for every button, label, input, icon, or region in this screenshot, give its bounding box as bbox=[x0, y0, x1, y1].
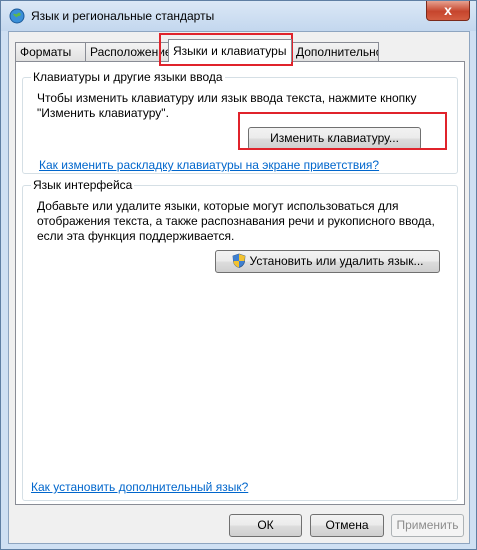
install-language-label: Установить или удалить язык... bbox=[249, 254, 424, 268]
ok-button[interactable]: ОК bbox=[229, 514, 302, 537]
globe-icon bbox=[9, 8, 25, 24]
window-title: Язык и региональные стандарты bbox=[31, 9, 215, 23]
uac-shield-icon bbox=[232, 253, 245, 268]
close-icon: x bbox=[444, 2, 452, 18]
tab-advanced[interactable]: Дополнительно bbox=[291, 42, 379, 61]
apply-button[interactable]: Применить bbox=[391, 514, 464, 537]
install-language-button[interactable]: Установить или удалить язык... bbox=[215, 250, 440, 273]
tab-languages-keyboards[interactable]: Языки и клавиатуры bbox=[168, 39, 292, 62]
cancel-button[interactable]: Отмена bbox=[310, 514, 384, 537]
dialog-window: Язык и региональные стандарты x Форматы … bbox=[0, 0, 477, 550]
keyboards-group-legend: Клавиатуры и другие языки ввода bbox=[31, 70, 225, 84]
tab-formats[interactable]: Форматы bbox=[15, 42, 86, 61]
close-button[interactable]: x bbox=[426, 1, 470, 21]
tab-location[interactable]: Расположение bbox=[85, 42, 170, 61]
ui-language-group-legend: Язык интерфейса bbox=[31, 178, 135, 192]
keyboard-help-link[interactable]: Как изменить раскладку клавиатуры на экр… bbox=[39, 158, 379, 172]
button-highlight-frame bbox=[238, 112, 447, 150]
install-additional-language-link[interactable]: Как установить дополнительный язык? bbox=[31, 480, 248, 494]
ui-language-description: Добавьте или удалите языки, которые могу… bbox=[37, 199, 435, 243]
ui-language-group: Язык интерфейса Добавьте или удалите язы… bbox=[22, 178, 458, 501]
tab-strip: Форматы Расположение Языки и клавиатуры … bbox=[15, 39, 465, 62]
dialog-client: Форматы Расположение Языки и клавиатуры … bbox=[8, 31, 470, 544]
title-bar[interactable]: Язык и региональные стандарты x bbox=[1, 1, 476, 31]
